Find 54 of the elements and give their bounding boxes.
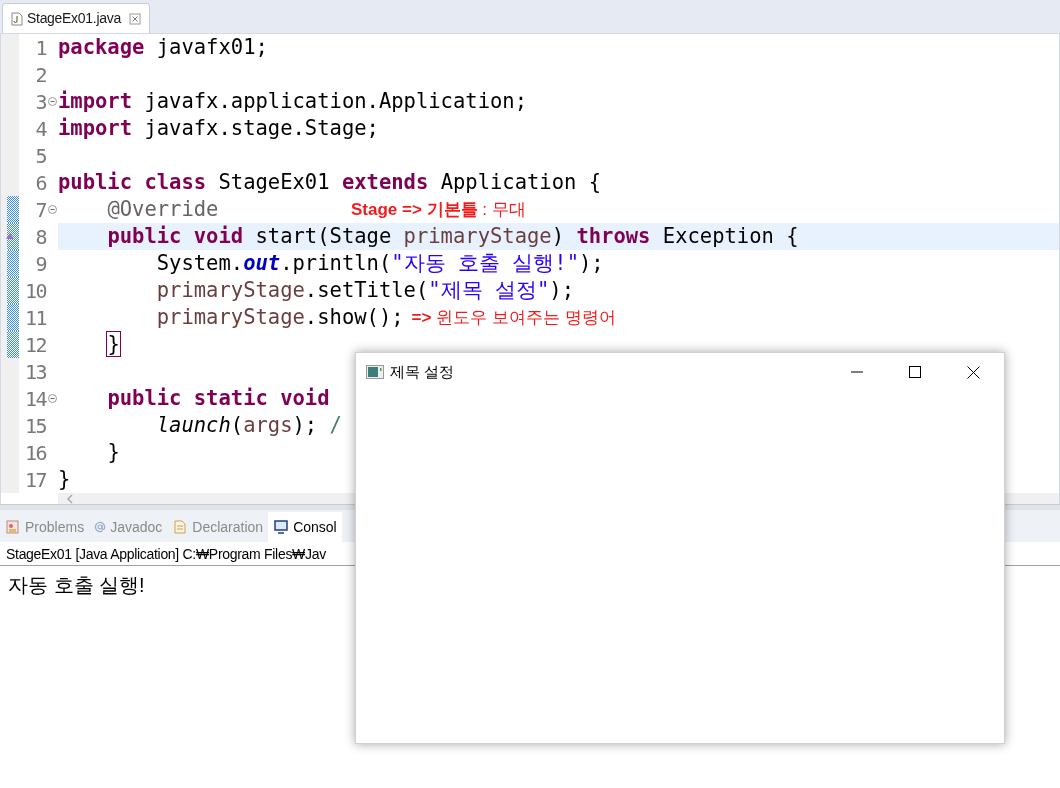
line-number: 1 [34,34,46,62]
close-icon[interactable] [128,12,141,25]
code-line: } [106,439,120,466]
code-line: } [106,331,120,358]
code-line: primaryStage.setTitle("제목 설정"); [155,277,574,304]
at-sign-icon [94,521,107,533]
line-number: 9 [34,250,46,278]
window-title: 제목 설정 [390,361,455,382]
annotation-note: Stage => 기본틀 : 무대 [351,198,526,221]
line-number: 14 [23,385,46,413]
code-line: public void start(Stage primaryStage) throws Exception { [106,223,799,250]
window-icon [366,365,384,379]
code-line: } [58,466,71,493]
line-number: 12 [23,331,46,359]
console-output: 자동 호출 실행! [7,573,146,598]
line-number: 7 [34,196,46,224]
line-number: 15 [23,412,46,440]
panel-tab[interactable]: Problems [0,512,90,542]
close-icon [966,365,980,379]
panel-tab[interactable]: Consol [268,512,342,542]
line-number: 13 [23,358,46,386]
problems-icon [5,519,21,535]
panel-tab[interactable]: Declaration [167,512,269,542]
minimize-icon [851,371,863,373]
monitor-icon [273,519,290,535]
panel-tab[interactable]: Javadoc [89,512,168,542]
code-line: public static void [106,385,330,412]
line-number: 6 [34,169,46,197]
maximize-icon [909,366,921,378]
line-number: 4 [34,115,46,143]
code-line: package javafx01; [58,34,268,61]
code-line: primaryStage.show(); [155,304,404,331]
editor-tab[interactable]: StageEx01.java [2,3,150,33]
code-line: System.out.println("자동 호출 실행!"); [155,250,604,277]
code-line: launch(args); / [155,412,342,439]
line-number: 2 [34,61,46,89]
fold-icon[interactable] [47,97,57,106]
java-file-icon [11,11,23,26]
code-line: import javafx.stage.Stage; [58,115,379,142]
fold-icon[interactable] [47,394,57,403]
line-number: 16 [23,439,46,467]
line-number: 17 [23,466,46,494]
line-number: 3 [34,88,46,116]
line-number: 11 [23,304,46,332]
line-number: 5 [34,142,46,170]
line-number: 10 [23,277,46,305]
code-line: public class StageEx01 extends Application { [58,169,602,196]
line-number: 8 [34,223,46,251]
fold-icon[interactable] [47,205,57,214]
code-line: import javafx.application.Application; [58,88,527,115]
document-icon [172,519,189,535]
code-line: @Override [106,196,219,223]
console-header: StageEx01 [Java Application] C:₩Program Files₩Jav [6,545,326,564]
annotation-note: => 윈도우 보여주는 명령어 [411,306,616,329]
